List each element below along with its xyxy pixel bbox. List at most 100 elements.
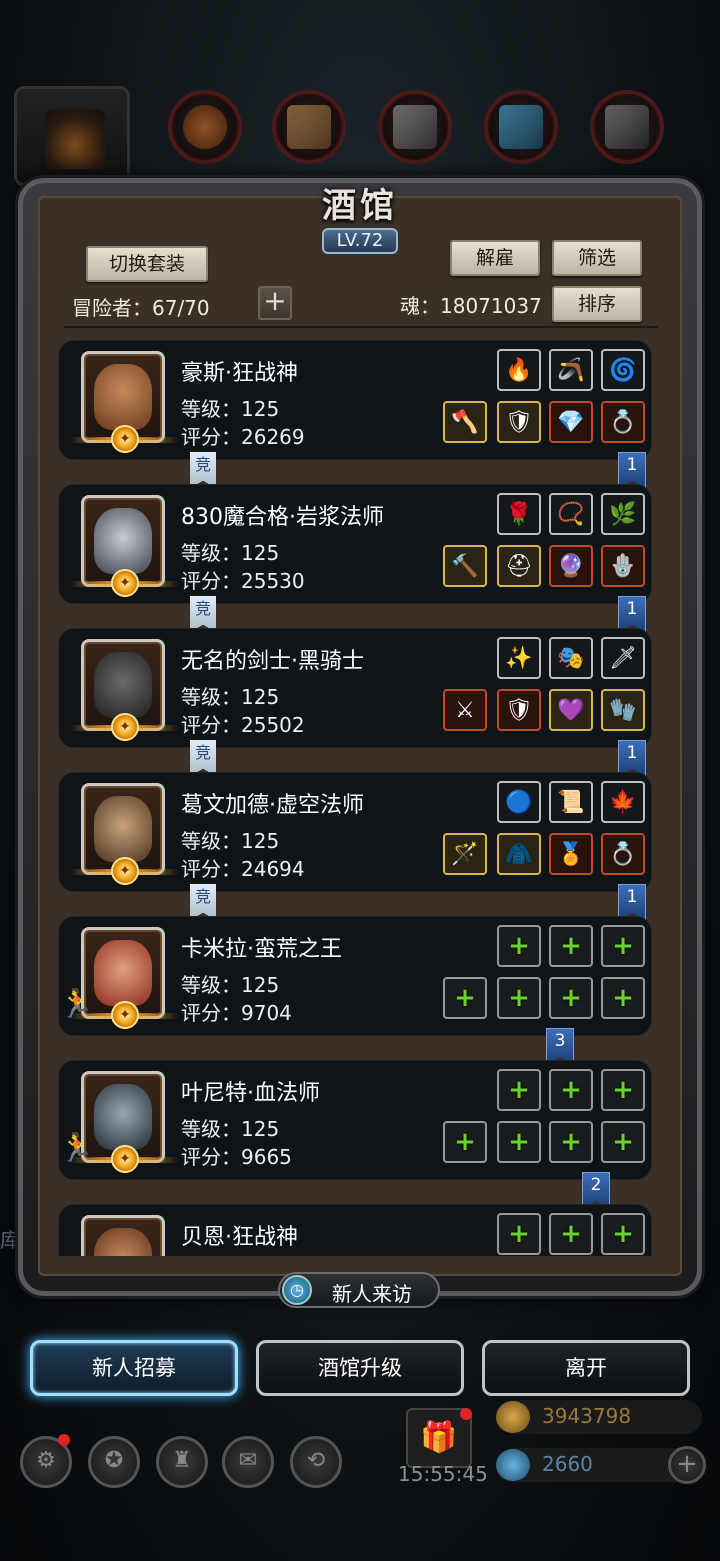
add-equip-slot[interactable]: + — [601, 977, 645, 1019]
equip-slot[interactable]: 📿 — [549, 493, 593, 535]
gem-amount: 2660 — [542, 1452, 593, 1476]
rank-emblem-icon: ✦ — [111, 1001, 139, 1029]
notification-dot — [58, 1434, 70, 1446]
plus-icon: + — [454, 1127, 476, 1157]
equip-slot[interactable]: ✨ — [497, 637, 541, 679]
gold-coin-icon — [496, 1401, 530, 1433]
add-equip-slot[interactable]: + — [497, 1213, 541, 1255]
slot-orb-4[interactable] — [484, 90, 558, 164]
storage-slot[interactable] — [14, 86, 130, 186]
hero-level: 等级：125 — [181, 973, 280, 997]
add-equip-slot[interactable]: + — [497, 1121, 541, 1163]
equip-slot[interactable]: 🔨 — [443, 545, 487, 587]
hero-card[interactable]: ✦ 葛文加德·虚空法师 等级：125 评分：24694 🔵 📜 🍁 🪄 🧥 🏅 … — [58, 772, 652, 892]
equip-slot[interactable]: 🪃 — [549, 349, 593, 391]
arena-tag: 竞 — [190, 884, 216, 920]
slot-orb-1[interactable] — [168, 90, 242, 164]
add-equip-slot[interactable]: + — [549, 925, 593, 967]
add-capacity-button[interactable]: + — [258, 286, 292, 320]
equip-slot[interactable]: 🌀 — [601, 349, 645, 391]
plus-icon: + — [508, 931, 530, 961]
filter-button[interactable]: 筛选 — [552, 240, 642, 276]
dismiss-button[interactable]: 解雇 — [450, 240, 540, 276]
equip-slot[interactable]: 🔥 — [497, 349, 541, 391]
hero-score: 评分：25502 — [181, 713, 305, 737]
slot-orb-2[interactable] — [272, 90, 346, 164]
recruit-button[interactable]: 新人招募 — [30, 1340, 238, 1396]
upgrade-tavern-button[interactable]: 酒馆升级 — [256, 1340, 464, 1396]
equip-slot[interactable]: 🪬 — [601, 545, 645, 587]
hero-score: 评分：24694 — [181, 857, 305, 881]
equip-slot[interactable]: 🪄 — [443, 833, 487, 875]
leave-button[interactable]: 离开 — [482, 1340, 690, 1396]
equip-slot[interactable]: 🛡 — [497, 401, 541, 443]
equip-slot[interactable]: 💍 — [601, 833, 645, 875]
hero-list[interactable]: ✦ 豪斯·狂战神 等级：125 评分：26269 🔥 🪃 🌀 🪓 🛡 💎 💍 竞… — [58, 340, 666, 1256]
new-visitor-label: 新人来访 — [332, 1282, 412, 1306]
equip-slot[interactable]: 📜 — [549, 781, 593, 823]
new-visitor-bar[interactable]: ◷ 新人来访 — [278, 1272, 440, 1308]
arena-tag: 竞 — [190, 596, 216, 632]
equip-slot[interactable]: 🔮 — [549, 545, 593, 587]
equip-slot[interactable]: 🔵 — [497, 781, 541, 823]
slot-orb-3[interactable] — [378, 90, 452, 164]
hero-card[interactable]: ✦ 🏃 叶尼特·血法师 等级：125 评分：9665 + + + + + + + — [58, 1060, 652, 1180]
mail-icon[interactable]: ✉ — [222, 1436, 274, 1488]
hero-card[interactable]: ✦ 830魔合格·岩浆法师 等级：125 评分：25530 🌹 📿 🌿 🔨 ⛑ … — [58, 484, 652, 604]
equip-slot[interactable]: 🪓 — [443, 401, 487, 443]
hero-level: 等级：125 — [181, 685, 280, 709]
equip-slot[interactable]: 🎭 — [549, 637, 593, 679]
plus-icon: + — [560, 983, 582, 1013]
equip-slot[interactable]: 🍁 — [601, 781, 645, 823]
panel-title: 酒馆 — [322, 186, 398, 226]
hero-card[interactable]: ✦ 豪斯·狂战神 等级：125 评分：26269 🔥 🪃 🌀 🪓 🛡 💎 💍 — [58, 340, 652, 460]
equip-slot[interactable]: 💍 — [601, 401, 645, 443]
add-equip-slot[interactable]: + — [443, 977, 487, 1019]
plus-icon: + — [508, 1219, 530, 1249]
equip-slot[interactable]: 🗡 — [601, 637, 645, 679]
tower-icon[interactable]: ♜ — [156, 1436, 208, 1488]
hero-name: 贝恩·狂战神 — [181, 1225, 298, 1250]
sort-button[interactable]: 排序 — [552, 286, 642, 322]
rank-emblem-icon: ✦ — [111, 569, 139, 597]
plus-icon: + — [508, 1127, 530, 1157]
slot-orb-5[interactable] — [590, 90, 664, 164]
add-gem-button[interactable]: + — [668, 1446, 706, 1484]
equip-slot[interactable]: 💎 — [549, 401, 593, 443]
equip-slot[interactable]: 💜 — [549, 689, 593, 731]
hero-name: 葛文加德·虚空法师 — [181, 793, 364, 818]
equip-slot[interactable]: 🌹 — [497, 493, 541, 535]
hero-card[interactable]: ✦ 🏃 卡米拉·蛮荒之王 等级：125 评分：9704 + + + + + + … — [58, 916, 652, 1036]
add-equip-slot[interactable]: + — [497, 977, 541, 1019]
team-number-tag: 3 — [546, 1028, 574, 1064]
hero-card[interactable]: ✦ 无名的剑士·黑骑士 等级：125 评分：25502 ✨ 🎭 🗡 ⚔ 🛡 💜 … — [58, 628, 652, 748]
add-equip-slot[interactable]: + — [549, 977, 593, 1019]
add-equip-slot[interactable]: + — [601, 1213, 645, 1255]
equip-slot[interactable]: ⚔ — [443, 689, 487, 731]
add-equip-slot[interactable]: + — [601, 925, 645, 967]
switch-set-button[interactable]: 切换套装 — [86, 246, 208, 282]
share-icon[interactable]: ⟲ — [290, 1436, 342, 1488]
star-icon[interactable]: ✪ — [88, 1436, 140, 1488]
equip-slot[interactable]: ⛑ — [497, 545, 541, 587]
add-equip-slot[interactable]: + — [549, 1069, 593, 1111]
add-equip-slot[interactable]: + — [549, 1213, 593, 1255]
hero-score: 评分：9704 — [181, 1001, 292, 1025]
equip-slot[interactable]: 🛡 — [497, 689, 541, 731]
equip-slot[interactable]: 🧤 — [601, 689, 645, 731]
equip-slot[interactable]: 🧥 — [497, 833, 541, 875]
add-equip-slot[interactable]: + — [601, 1121, 645, 1163]
hero-name: 叶尼特·血法师 — [181, 1081, 320, 1106]
add-equip-slot[interactable]: + — [443, 1121, 487, 1163]
hero-card[interactable]: 贝恩·狂战神 + + + — [58, 1204, 652, 1256]
equip-slot[interactable]: 🌿 — [601, 493, 645, 535]
add-equip-slot[interactable]: + — [549, 1121, 593, 1163]
arena-tag: 竞 — [190, 452, 216, 488]
soul-count: 魂：18071037 — [400, 294, 542, 318]
add-equip-slot[interactable]: + — [497, 1069, 541, 1111]
plus-icon: + — [508, 983, 530, 1013]
add-equip-slot[interactable]: + — [497, 925, 541, 967]
add-equip-slot[interactable]: + — [601, 1069, 645, 1111]
equip-slot[interactable]: 🏅 — [549, 833, 593, 875]
rank-emblem-icon: ✦ — [111, 857, 139, 885]
